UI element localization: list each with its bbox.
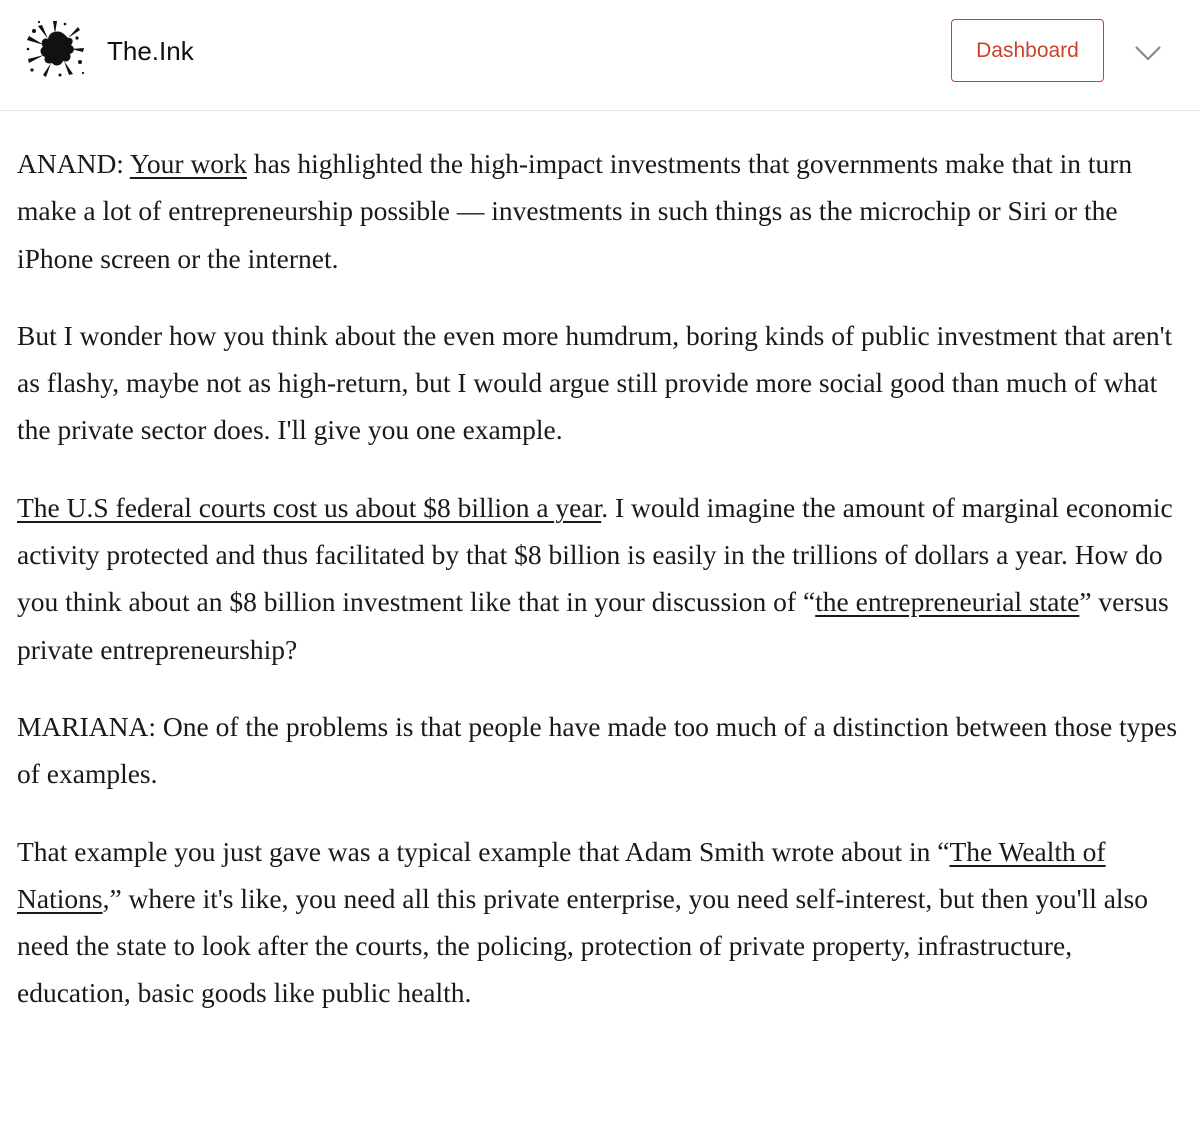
paragraph-text: MARIANA: One of the problems is that peo… bbox=[17, 710, 1178, 790]
paragraph-public-investment: But I wonder how you think about the eve… bbox=[17, 312, 1187, 454]
site-name[interactable]: The.Ink bbox=[107, 34, 194, 68]
chevron-down-icon[interactable] bbox=[1132, 41, 1164, 65]
your-work-link[interactable]: Your work bbox=[130, 148, 247, 179]
paragraph-anand-question: ANAND: Your work has highlighted the hig… bbox=[17, 140, 1187, 282]
paragraph-text: That example you just gave was a typical… bbox=[17, 835, 950, 867]
speaker-label: ANAND: bbox=[17, 148, 124, 179]
ink-splatter-icon[interactable] bbox=[24, 18, 86, 80]
top-navigation-bar: The.Ink Dashboard bbox=[0, 0, 1200, 111]
dashboard-button[interactable]: Dashboard bbox=[951, 19, 1104, 82]
paragraph-text: ,” where it's like, you need all this pr… bbox=[17, 882, 1149, 1009]
paragraph-text: But I wonder how you think about the eve… bbox=[17, 319, 1173, 446]
paragraph-mariana-answer: MARIANA: One of the problems is that peo… bbox=[17, 703, 1187, 798]
paragraph-federal-courts: The U.S federal courts cost us about $8 … bbox=[17, 484, 1187, 673]
entrepreneurial-state-link[interactable]: the entrepreneurial state bbox=[815, 586, 1079, 617]
federal-courts-cost-link[interactable]: The U.S federal courts cost us about $8 … bbox=[17, 492, 601, 523]
paragraph-adam-smith: That example you just gave was a typical… bbox=[17, 828, 1187, 1017]
article-body: ANAND: Your work has highlighted the hig… bbox=[17, 140, 1187, 1047]
